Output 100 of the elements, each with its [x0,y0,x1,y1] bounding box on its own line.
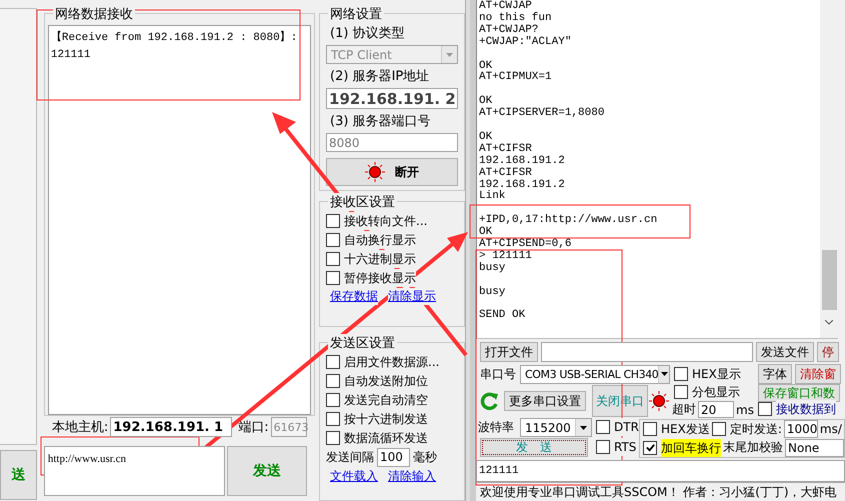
link[interactable]: 保存数据 [330,288,378,305]
scrollbar[interactable] [820,0,838,338]
checkbox-label: 启用文件数据源... [344,352,440,371]
group-title: 接收区设置 [328,193,398,211]
terminal-line: AT+CIPSERVER=1,8080 [479,108,604,120]
protocol-label: (1) 协议类型 [329,25,406,42]
status-bar: 欢迎使用专业串口调试工具SSCOM！ 作者：习小猛(丁丁)，大虾电 [476,482,845,501]
terminal-line: +CWJAP:"ACLAY" [479,36,572,49]
timeout-label: 超时 [672,401,696,418]
terminal-line: AT+CIPSEND=0,6 [479,239,572,250]
checkbox-label: 定时发送: [730,420,782,438]
file-path-field[interactable] [541,342,753,362]
checkbox[interactable] [326,271,340,285]
server-ip-label: (2) 服务器IP地址 [329,68,430,85]
checkbox[interactable] [643,440,657,455]
local-host-field[interactable]: 192.168.191. 1 [110,417,232,437]
checkbox-label: 加回车换行 [661,438,721,457]
checkbox-label: DTR [614,418,639,436]
server-port-label: (3) 服务器端口号 [329,113,432,130]
checkbox-label: 十六进制显示 [344,250,416,268]
checkbox[interactable] [326,374,340,388]
interval-unit: 毫秒 [413,448,438,466]
send-file-button[interactable]: 发送文件 [756,342,814,362]
checksum-dropdown[interactable]: None [785,438,844,457]
link[interactable]: 清除显示 [388,288,436,305]
save-window-button[interactable]: 保存窗口和数 [758,384,840,402]
terminal-line: Link [479,191,506,204]
server-ip-field[interactable]: 192.168.191. 2 [326,88,458,109]
group-title: 发送区设置 [328,334,398,352]
stop-button[interactable]: 停 [817,342,839,362]
checkbox[interactable] [596,440,610,454]
interval-field[interactable]: 1000 [784,420,818,438]
checkbox[interactable] [326,214,340,228]
checkbox-label: 发送完自动清空 [344,390,428,409]
terminal-line: OK [479,96,492,108]
checkbox[interactable] [758,402,772,416]
checkbox-label: 暂停接收显示 [344,269,416,287]
refresh-icon[interactable] [480,391,500,412]
send-button[interactable]: 送 [0,450,37,500]
checksum-label: 末尾加校验 [723,439,783,456]
terminal-line: OK [479,132,492,144]
group-title: 网络数据接收 [52,5,135,23]
interval-label: 发送间隔 [326,448,374,466]
indicator-light-icon [649,391,669,412]
checkbox[interactable] [326,233,340,247]
indicator-light-icon [365,162,386,182]
link[interactable]: 文件载入 [330,468,378,485]
server-port-field[interactable]: 8080 [326,133,458,152]
terminal-line: AT+CIFSR [479,168,532,180]
terminal-line: OK [479,227,492,238]
terminal-line: SEND OK [479,310,526,322]
terminal-line: no this fun [479,12,552,24]
send-input-field[interactable]: 121111 [476,460,845,482]
checkbox[interactable] [712,422,726,436]
receive-text-area[interactable]: 【Receive from 192.168.191.2 : 8080】: 121111 [48,25,312,415]
checkbox[interactable] [326,252,340,266]
checkbox-label: 数据流循环发送 [344,428,428,447]
terminal-line: 192.168.191.2 [479,180,565,191]
checkbox[interactable] [326,392,340,407]
send-button[interactable]: 发送 [226,446,307,496]
scroll-down-icon[interactable] [825,320,833,325]
baud-rate-dropdown[interactable]: 115200 [520,418,592,438]
interval-field[interactable]: 100 [377,448,410,467]
checkbox[interactable] [674,385,688,400]
checkbox[interactable] [326,412,340,426]
checkbox[interactable] [643,422,657,436]
checkbox[interactable] [326,354,340,369]
open-file-button[interactable]: 打开文件 [480,342,538,362]
baud-rate-label: 波特率 [477,419,515,436]
terminal-line: +IPD,0,17:http://www.usr.cn [479,215,658,226]
serial-port-dropdown[interactable]: COM3 USB-SERIAL CH340 [520,364,670,384]
terminal-line: AT+CIFSR [479,144,532,156]
checkbox-label: 自动换行显示 [344,231,416,249]
clear-window-button[interactable]: 清除窗 [795,364,841,384]
terminal-line: AT+CIPMUX=1 [479,72,552,84]
timeout-unit: ms [736,402,754,417]
port-label: 串口号 [479,366,517,383]
more-settings-button[interactable]: 更多串口设置 [504,391,586,412]
terminal-line: OK [479,60,492,72]
checkbox-label: RTS [614,438,636,456]
port-label: 端口: [238,419,269,436]
terminal-line: busy [479,262,506,275]
send-text-area[interactable]: http://www.usr.cn [44,446,225,496]
interval-unit: ms/ [820,422,842,436]
terminal-line: > 121111 [479,250,532,262]
scrollbar-thumb[interactable] [822,250,836,310]
font-button[interactable]: 字体 [758,364,792,384]
checkbox[interactable] [674,366,688,381]
link[interactable]: 清除输入 [388,468,436,485]
group-title: 网络设置 [328,5,384,23]
timeout-field[interactable]: 20 [698,401,734,418]
checkbox-label: 按十六进制发送 [344,410,428,428]
terminal-line: 192.168.191.2 [479,156,565,168]
checkbox[interactable] [326,430,340,445]
checkbox[interactable] [596,420,610,434]
terminal-line: AT+CWJAP? [479,24,538,36]
terminal-line: busy [479,286,506,299]
disconnect-button[interactable]: 断开 [326,158,458,186]
local-host-label: 本地主机: [52,419,108,436]
terminal-line: AT+CWJAP [479,1,532,12]
